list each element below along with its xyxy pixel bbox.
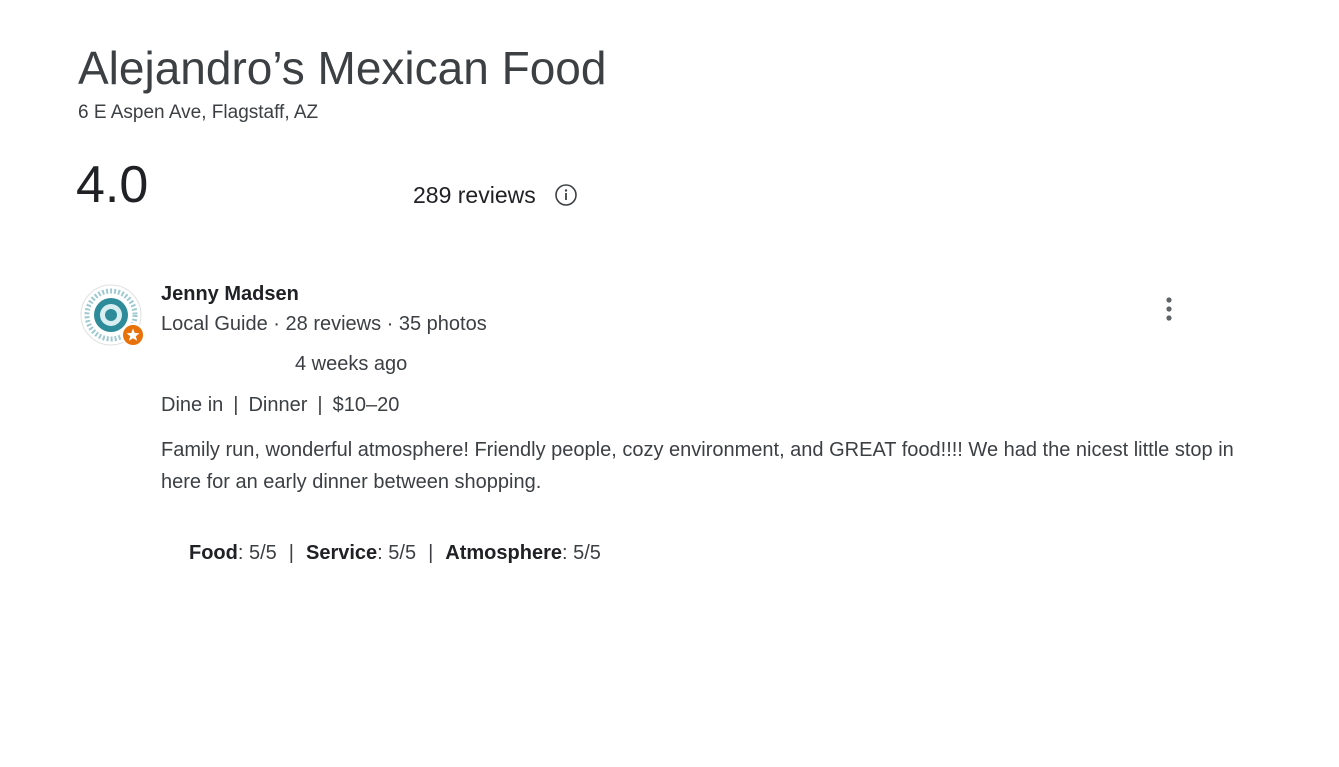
reviews-summary: 289 reviews: [413, 181, 578, 209]
subrating-separator: |: [288, 542, 294, 564]
tag-separator: |: [317, 394, 323, 416]
page: Alejandro’s Mexican Food 6 E Aspen Ave, …: [0, 0, 1339, 767]
tag-separator: |: [233, 394, 239, 416]
reviewer-avatar-icon[interactable]: [80, 284, 146, 350]
subrating-atmosphere-value: : 5/5: [562, 542, 601, 564]
info-icon[interactable]: [554, 183, 578, 207]
subrating-separator: |: [428, 542, 434, 564]
place-title: Alejandro’s Mexican Food: [78, 42, 607, 94]
review-text: Family run, wonderful atmosphere! Friend…: [161, 439, 1234, 493]
subrating-atmosphere-label: Atmosphere: [445, 542, 562, 564]
reviewer-meta: Local Guide · 28 reviews · 35 photos: [161, 313, 487, 335]
subrating-service-label: Service: [306, 542, 378, 564]
overall-rating: 4.0: [76, 156, 149, 214]
subrating-service-value: : 5/5: [377, 542, 417, 564]
tag-service-type: Dine in: [161, 394, 224, 416]
more-vert-icon: [1166, 297, 1172, 321]
reviewer-name[interactable]: Jenny Madsen: [161, 282, 299, 306]
subratings: Food: 5/5 | Service: 5/5 | Atmosphere: 5/5: [189, 541, 601, 565]
subrating-food-value: : 5/5: [237, 542, 277, 564]
tag-meal-type: Dinner: [248, 394, 308, 416]
place-address: 6 E Aspen Ave, Flagstaff, AZ: [78, 102, 319, 123]
review-tags: Dine in | Dinner | $10–20: [161, 393, 399, 417]
subrating-food-label: Food: [189, 542, 238, 564]
tag-price: $10–20: [332, 394, 400, 416]
reviews-count: 289 reviews: [413, 182, 536, 208]
review-time: 4 weeks ago: [295, 353, 408, 375]
more-options-button[interactable]: [1156, 293, 1182, 325]
